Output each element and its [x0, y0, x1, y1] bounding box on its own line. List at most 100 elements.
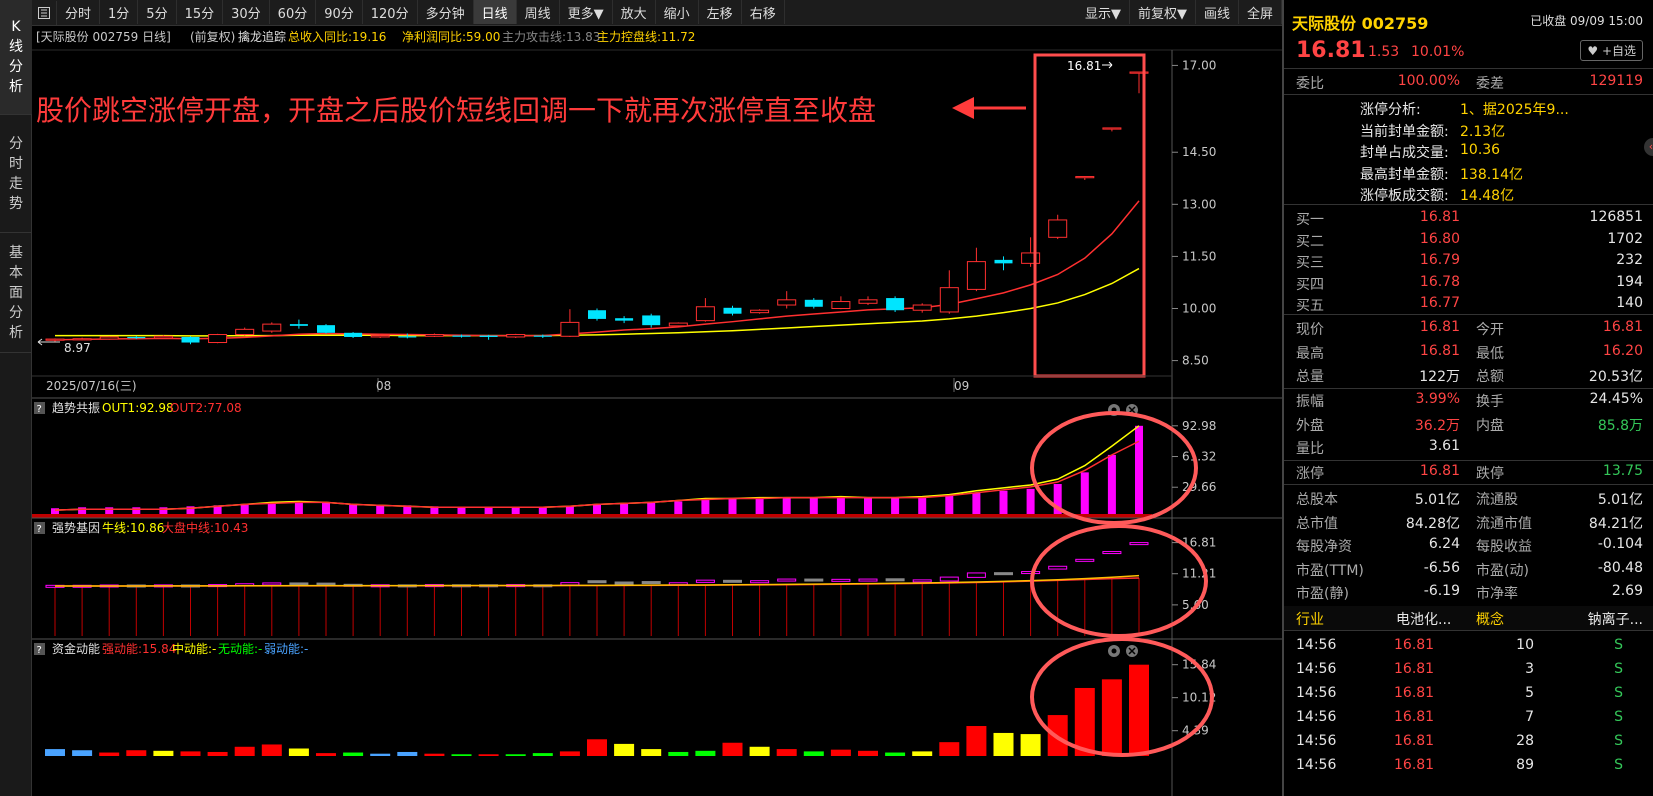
period-button[interactable]: 15分 — [177, 0, 224, 24]
trend-bar — [809, 497, 818, 516]
limit-analysis-label: 涨停分析: — [1360, 102, 1421, 118]
period-button[interactable]: 缩小 — [656, 0, 699, 24]
price-tick-label: 13.00 — [1182, 197, 1216, 211]
gene-candle — [1048, 565, 1068, 570]
bid-price: 16.80 — [1419, 230, 1460, 247]
period-button[interactable]: 左移 — [699, 0, 742, 24]
sidebar-tab-char: 基 — [9, 244, 23, 261]
period-button[interactable]: 1分 — [100, 0, 139, 24]
energy-bar — [397, 751, 418, 756]
candle — [262, 322, 282, 333]
energy-bar — [641, 749, 662, 756]
energy-bar — [1129, 664, 1149, 756]
energy-bar — [559, 751, 580, 756]
period-button[interactable]: 放大 — [613, 0, 656, 24]
bid-price: 16.77 — [1419, 295, 1460, 311]
trend-bar — [322, 502, 330, 516]
tick-time: 14:56 — [1296, 637, 1337, 653]
trend-bar — [864, 497, 872, 516]
period-button[interactable]: 多分钟 — [418, 0, 474, 24]
stat-value: 16.81 — [1419, 319, 1460, 335]
candle-body — [560, 321, 580, 337]
price-tick-label: 17.00 — [1182, 58, 1216, 72]
trend-bar — [1080, 472, 1089, 516]
revenue-yoy: 总收入同比:19.16 — [288, 30, 386, 44]
stat-label: 振幅 — [1296, 394, 1324, 410]
toolbar-menu-icon[interactable] — [32, 0, 57, 25]
price-tick-label: 8.50 — [1182, 354, 1209, 368]
bid-price: 16.81 — [1419, 209, 1460, 225]
period-button[interactable]: 右移 — [742, 0, 785, 24]
kline-chart-area[interactable]: [天际股份 002759 日线] (前复权) 擒龙追踪 总收入同比:19.16 … — [32, 26, 1282, 796]
period-button[interactable]: 120分 — [363, 0, 418, 24]
tick-volume: 89 — [1516, 757, 1534, 773]
energy-bar — [180, 751, 201, 756]
energy-bar — [1020, 734, 1041, 756]
period-button[interactable]: 日线 — [473, 0, 517, 24]
energy-bar — [99, 752, 120, 756]
low-price-label: 8.97 — [64, 341, 91, 355]
candle-body — [777, 299, 797, 306]
period-button[interactable]: 更多▼ — [560, 0, 613, 24]
concept-value[interactable]: 钠离子... — [1588, 609, 1643, 629]
price-tick-label: 11.50 — [1182, 249, 1216, 263]
candle-body — [1075, 176, 1095, 179]
toolbar-option-button[interactable]: 显示▼ — [1077, 0, 1130, 24]
stat-value: -6.19 — [1423, 583, 1460, 599]
energy-bar — [126, 750, 147, 756]
period-button[interactable]: 分时 — [57, 0, 101, 24]
tick-side: S — [1614, 733, 1623, 749]
add-watchlist-button[interactable]: ♥ +自选 — [1580, 40, 1643, 61]
gene-candle — [560, 582, 580, 586]
toolbar-option-button[interactable]: 全屏 — [1239, 0, 1282, 24]
high-price-label: 16.81 — [1067, 59, 1101, 73]
sidebar-tab-char: K — [11, 19, 21, 35]
bid-level-label: 买二 — [1296, 233, 1324, 250]
toolbar-option-button[interactable]: 画线 — [1196, 0, 1239, 24]
stat-label: 今开 — [1476, 322, 1504, 338]
period-button[interactable]: 30分 — [223, 0, 270, 24]
tick-price: 16.81 — [1394, 733, 1435, 749]
stat-label: 内盘 — [1476, 417, 1504, 434]
main-indicator-name: 擒龙追踪 — [238, 29, 286, 44]
tab-kline-analysis[interactable]: K线分析 — [0, 0, 32, 115]
stat-value: -6.56 — [1423, 559, 1460, 576]
candle-body — [181, 336, 200, 343]
stat-value: 85.8万 — [1597, 417, 1643, 434]
stat-value: 3.99% — [1415, 391, 1460, 407]
add-watchlist-label: +自选 — [1601, 44, 1636, 58]
price-tick-label: 10.00 — [1182, 301, 1216, 315]
panel1-title: 趋势共振 — [52, 401, 100, 415]
trend-bar — [728, 498, 737, 516]
toolbar-option-button[interactable]: 前复权▼ — [1130, 0, 1196, 24]
panel3-title: 资金动能 — [52, 641, 100, 656]
stat-label: 量比 — [1296, 441, 1324, 457]
tab-intraday[interactable]: 分时走势 — [0, 115, 32, 233]
tick-volume: 10 — [1516, 637, 1534, 653]
bid-price: 16.79 — [1419, 252, 1460, 268]
energy-bar — [207, 751, 228, 756]
tick-price: 16.81 — [1394, 709, 1435, 725]
tick-volume: 28 — [1516, 733, 1534, 749]
candle-body — [668, 322, 688, 327]
gene-candle — [777, 578, 797, 582]
candle-body — [615, 318, 634, 321]
stat-label: 市盈(TTM) — [1296, 562, 1364, 579]
tab-fundamentals[interactable]: 基本面分析 — [0, 233, 32, 353]
gene-candle — [1021, 571, 1041, 575]
sidebar-tab-char: 析 — [9, 79, 23, 95]
stat-label: 市盈(动) — [1476, 562, 1529, 579]
candle-body — [153, 335, 173, 339]
x-label-sep: 09 — [954, 379, 969, 393]
panel1-tick-label: 61.32 — [1182, 450, 1216, 464]
tick-price: 16.81 — [1394, 637, 1435, 653]
period-button[interactable]: 60分 — [270, 0, 317, 24]
limit-analysis-label: 最高封单金额: — [1360, 166, 1449, 183]
energy-bar — [532, 753, 553, 756]
period-button[interactable]: 5分 — [138, 0, 177, 24]
period-button[interactable]: 90分 — [316, 0, 363, 24]
trend-bar — [294, 502, 303, 516]
sidebar-tab-char: 分 — [9, 59, 23, 75]
period-button[interactable]: 周线 — [517, 0, 560, 24]
industry-value[interactable]: 电池化... — [1396, 609, 1451, 629]
